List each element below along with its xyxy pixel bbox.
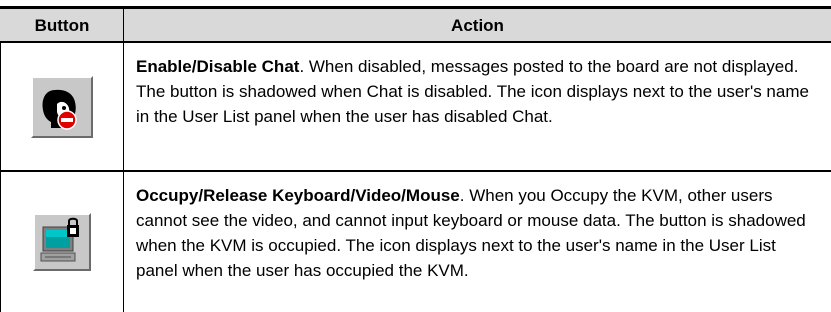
table-header: Button Action — [0, 6, 831, 42]
table-row: Enable/Disable Chat. When disabled, mess… — [0, 43, 831, 170]
header-button: Button — [34, 16, 90, 35]
row-title: Occupy/Release Keyboard/Video/Mouse — [136, 186, 460, 205]
icon-cell — [0, 172, 123, 312]
icon-cell — [0, 43, 123, 170]
row-description: Occupy/Release Keyboard/Video/Mouse. Whe… — [136, 183, 816, 283]
row-title: Enable/Disable Chat — [136, 57, 300, 76]
kvm-occupy-icon — [32, 213, 91, 271]
chat-disable-icon — [30, 75, 93, 138]
table-row: Occupy/Release Keyboard/Video/Mouse. Whe… — [0, 172, 831, 312]
row-description: Enable/Disable Chat. When disabled, mess… — [136, 54, 816, 129]
header-action: Action — [451, 16, 504, 35]
